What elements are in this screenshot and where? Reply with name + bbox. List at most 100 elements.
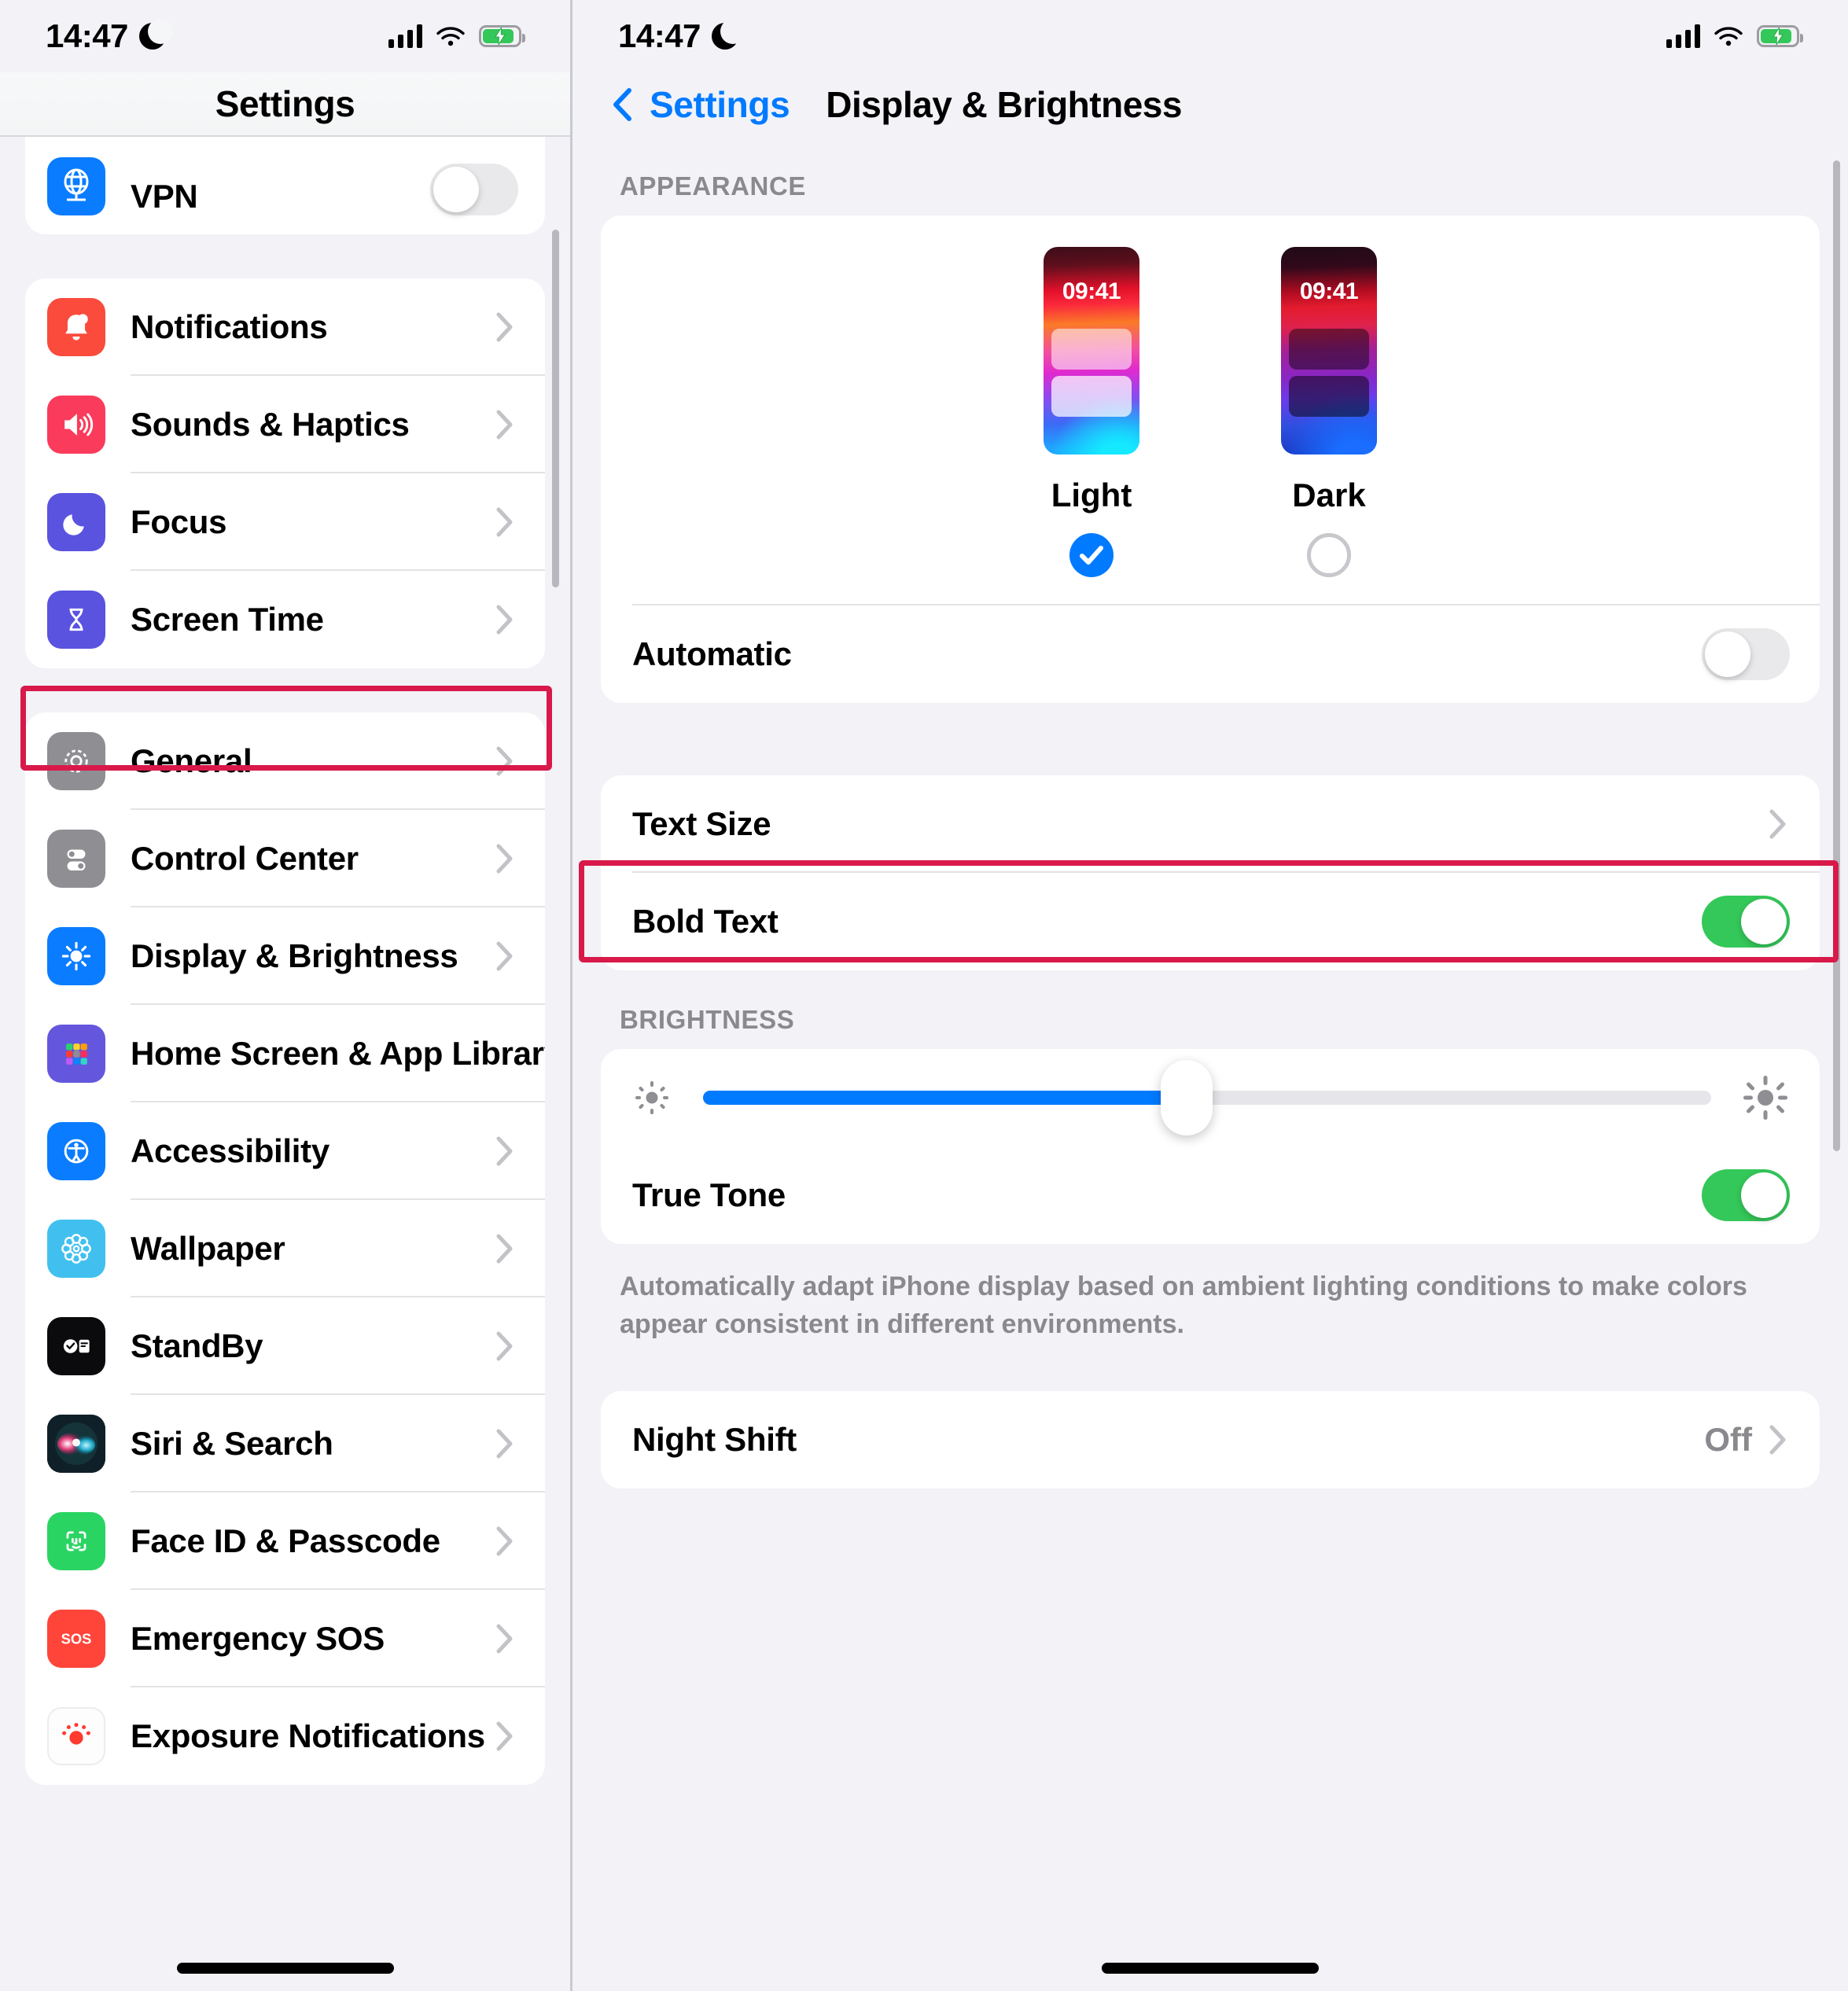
- battery-charging-icon: [479, 25, 525, 47]
- home-indicator-right: [1102, 1963, 1319, 1974]
- bold-text-label: Bold Text: [632, 903, 779, 940]
- status-bar-time-left: 14:47: [46, 17, 173, 55]
- page-title: Settings: [215, 83, 355, 124]
- dual-screenshot: 14:47 Settings VPN Notifications Sounds …: [0, 0, 1848, 1991]
- automatic-toggle[interactable]: [1702, 628, 1790, 680]
- row-automatic[interactable]: Automatic: [601, 605, 1820, 703]
- chevron-right-icon: [496, 1526, 514, 1556]
- true-tone-label: True Tone: [632, 1176, 786, 1213]
- scrollbar-left[interactable]: [552, 230, 559, 587]
- speaker-icon: [47, 396, 105, 454]
- row-text-size[interactable]: Text Size: [601, 775, 1820, 873]
- battery-charging-icon: [1757, 25, 1803, 47]
- settings-index-screen: 14:47 Settings VPN Notifications Sounds …: [0, 0, 572, 1991]
- settings-group-general: General Control Center Display & Brightn…: [25, 712, 545, 1785]
- sidebar-item-emergency-sos[interactable]: SOS Emergency SOS: [25, 1590, 545, 1687]
- chevron-right-icon: [496, 312, 514, 342]
- text-size-label: Text Size: [632, 805, 771, 842]
- chevron-right-icon: [496, 1624, 514, 1654]
- chevron-right-icon: [496, 605, 514, 635]
- chevron-right-icon: [496, 941, 514, 971]
- sidebar-item-home-screen[interactable]: Home Screen & App Library: [25, 1005, 545, 1102]
- sidebar-item-label: Sounds & Haptics: [131, 406, 410, 443]
- status-bar-indicators-right: [1666, 24, 1803, 48]
- preview-time-label: 09:41: [1299, 278, 1359, 304]
- bell-icon: [47, 298, 105, 356]
- sidebar-item-label: Home Screen & App Library: [131, 1035, 545, 1072]
- status-bar-time-right: 14:47: [618, 17, 745, 55]
- sidebar-item-label: Wallpaper: [131, 1230, 285, 1267]
- brightness-thumb[interactable]: [1161, 1060, 1213, 1135]
- appearance-radio-dark[interactable]: [1307, 533, 1351, 577]
- chevron-right-icon: [1769, 809, 1787, 839]
- row-night-shift[interactable]: Night Shift Off: [601, 1391, 1820, 1489]
- standby-clock-icon: [47, 1317, 105, 1375]
- sidebar-item-label: Display & Brightness: [131, 937, 458, 974]
- moon-icon: [47, 493, 105, 551]
- vpn-globe-icon: [47, 157, 105, 215]
- sidebar-item-label: StandBy: [131, 1327, 263, 1364]
- siri-orb-icon: [47, 1415, 105, 1473]
- sidebar-item-control-center[interactable]: Control Center: [25, 810, 545, 907]
- sidebar-item-face-id[interactable]: Face ID & Passcode: [25, 1492, 545, 1590]
- sidebar-item-vpn[interactable]: VPN: [25, 137, 545, 234]
- true-tone-toggle[interactable]: [1702, 1169, 1790, 1221]
- exposure-icon: [47, 1707, 105, 1765]
- night-shift-label: Night Shift: [632, 1420, 797, 1458]
- home-indicator-left: [176, 1963, 394, 1974]
- sidebar-item-accessibility[interactable]: Accessibility: [25, 1102, 545, 1200]
- sidebar-item-label: Emergency SOS: [131, 1620, 385, 1657]
- chevron-right-icon: [1769, 1425, 1787, 1455]
- brightness-track[interactable]: [703, 1060, 1711, 1135]
- chevron-right-icon: [496, 1331, 514, 1361]
- sidebar-item-label: Accessibility: [131, 1132, 329, 1169]
- display-settings-scroll[interactable]: APPEARANCE 09:41 Light 09:41 Dark Automa…: [572, 137, 1848, 1991]
- chevron-left-icon[interactable]: [612, 87, 632, 122]
- chevron-right-icon: [496, 1136, 514, 1166]
- sidebar-item-display-brightness[interactable]: Display & Brightness: [25, 907, 545, 1005]
- scrollbar-right[interactable]: [1833, 160, 1840, 1151]
- brightness-slider-row[interactable]: [601, 1049, 1820, 1146]
- clock-label: 14:47: [46, 17, 128, 54]
- right-nav-bar: Settings Display & Brightness: [572, 72, 1848, 137]
- row-true-tone[interactable]: True Tone: [601, 1146, 1820, 1244]
- chevron-right-icon: [496, 844, 514, 874]
- appearance-option-light[interactable]: 09:41 Light: [1044, 247, 1139, 577]
- status-bar-right: 14:47: [572, 0, 1848, 72]
- sidebar-item-label: Screen Time: [131, 601, 324, 638]
- row-bold-text[interactable]: Bold Text: [601, 873, 1820, 970]
- sidebar-item-label: General: [131, 742, 252, 779]
- chevron-right-icon: [496, 410, 514, 440]
- sidebar-item-standby[interactable]: StandBy: [25, 1297, 545, 1395]
- sidebar-item-screen-time[interactable]: Screen Time: [25, 571, 545, 668]
- flower-icon: [47, 1220, 105, 1278]
- sidebar-item-notifications[interactable]: Notifications: [25, 278, 545, 376]
- brightness-fill: [703, 1091, 1187, 1105]
- sun-max-icon: [1739, 1072, 1791, 1124]
- night-shift-card: Night Shift Off: [601, 1390, 1820, 1489]
- sos-icon: SOS: [47, 1610, 105, 1668]
- back-button-label[interactable]: Settings: [650, 83, 790, 126]
- appearance-option-dark[interactable]: 09:41 Dark: [1281, 247, 1377, 577]
- brightness-card: True Tone: [601, 1049, 1820, 1244]
- moon-icon: [711, 19, 745, 50]
- chevron-right-icon: [496, 746, 514, 776]
- cellular-bars-icon: [388, 24, 422, 48]
- sidebar-item-general[interactable]: General: [25, 712, 545, 810]
- sidebar-item-exposure-notifications[interactable]: Exposure Notifications: [25, 1687, 545, 1785]
- settings-group-vpn: VPN: [25, 137, 545, 234]
- appearance-options: 09:41 Light 09:41 Dark: [601, 215, 1820, 604]
- sidebar-item-label: Control Center: [131, 840, 359, 877]
- appearance-radio-light[interactable]: [1069, 533, 1114, 577]
- vpn-toggle[interactable]: [430, 164, 518, 215]
- sidebar-item-focus[interactable]: Focus: [25, 473, 545, 571]
- sidebar-item-siri-search[interactable]: Siri & Search: [25, 1395, 545, 1492]
- settings-list-scroll[interactable]: VPN Notifications Sounds & Haptics Focus…: [0, 137, 570, 1991]
- sidebar-item-sounds-haptics[interactable]: Sounds & Haptics: [25, 376, 545, 473]
- wifi-icon: [436, 25, 466, 47]
- preview-time-label: 09:41: [1062, 278, 1121, 304]
- bold-text-toggle[interactable]: [1702, 896, 1790, 948]
- sidebar-item-label: Exposure Notifications: [131, 1717, 485, 1754]
- sidebar-item-wallpaper[interactable]: Wallpaper: [25, 1200, 545, 1297]
- hourglass-icon: [47, 591, 105, 649]
